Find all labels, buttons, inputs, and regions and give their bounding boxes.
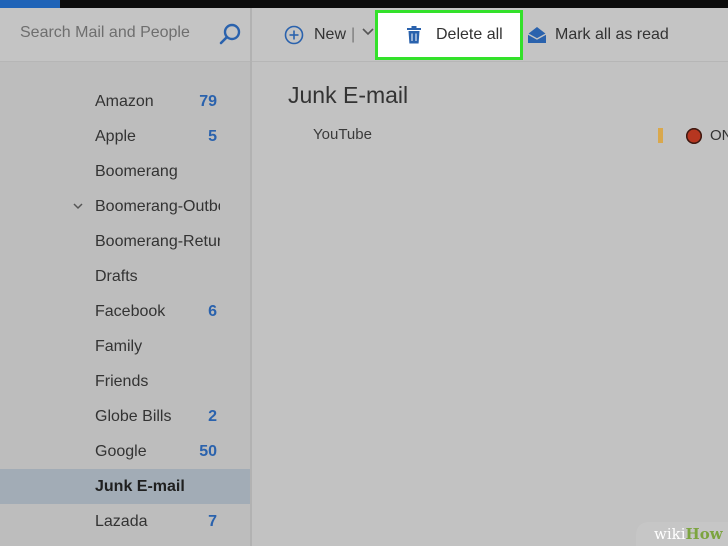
search-input[interactable]: Search Mail and People bbox=[20, 24, 190, 42]
envelope-open-icon bbox=[527, 26, 547, 44]
search-icon[interactable] bbox=[218, 22, 242, 46]
folder-item-friends[interactable]: Friends bbox=[0, 364, 250, 399]
folder-item-facebook[interactable]: Facebook 6 bbox=[0, 294, 250, 329]
unread-count: 79 bbox=[199, 93, 217, 110]
unread-count: 5 bbox=[208, 128, 217, 145]
unread-count: 2 bbox=[208, 408, 217, 425]
folder-item-lazada[interactable]: Lazada 7 bbox=[0, 504, 250, 539]
page-title: Junk E-mail bbox=[288, 82, 409, 108]
unread-count: 50 bbox=[199, 443, 217, 460]
unread-count: 7 bbox=[208, 513, 217, 530]
search-bar[interactable]: Search Mail and People bbox=[0, 8, 250, 62]
folder-item-google[interactable]: Google 50 bbox=[0, 434, 250, 469]
chevron-down-icon[interactable] bbox=[361, 25, 375, 44]
folder-item-globe-bills[interactable]: Globe Bills 2 bbox=[0, 399, 250, 434]
folder-label: Globe Bills bbox=[95, 408, 172, 425]
new-button[interactable]: New | bbox=[284, 8, 375, 61]
folder-label: Boomerang-Outbox bbox=[95, 198, 220, 215]
folder-item-junk-email[interactable]: Junk E-mail bbox=[0, 469, 250, 504]
watermark-text-wiki: wiki bbox=[654, 525, 686, 543]
category-label: ON bbox=[710, 127, 728, 144]
folder-label: Friends bbox=[95, 373, 149, 390]
delete-all-button[interactable]: Delete all bbox=[375, 10, 523, 60]
mark-all-read-button[interactable]: Mark all as read bbox=[527, 8, 669, 61]
folder-list: Amazon 79 Apple 5 Boomerang Boomerang-Ou… bbox=[0, 84, 250, 539]
app-launcher-accent[interactable] bbox=[0, 0, 60, 8]
watermark-text-how: How bbox=[685, 525, 723, 543]
folder-item-boomerang-outbox[interactable]: Boomerang-Outbox bbox=[0, 189, 250, 224]
list-item[interactable]: YouTube ON bbox=[252, 120, 728, 150]
folder-label: Apple bbox=[95, 128, 136, 145]
wikihow-watermark: wikiHow bbox=[636, 522, 728, 546]
folder-label: Family bbox=[95, 338, 143, 355]
new-separator: | bbox=[351, 25, 356, 43]
folder-item-apple[interactable]: Apple 5 bbox=[0, 119, 250, 154]
folder-label: Facebook bbox=[95, 303, 166, 320]
window-topbar bbox=[0, 0, 728, 8]
mark-all-read-label: Mark all as read bbox=[555, 25, 669, 43]
message-sender: YouTube bbox=[313, 126, 372, 143]
folder-item-drafts[interactable]: Drafts bbox=[0, 259, 250, 294]
folder-item-boomerang[interactable]: Boomerang bbox=[0, 154, 250, 189]
folder-item-family[interactable]: Family bbox=[0, 329, 250, 364]
new-button-label: New bbox=[314, 25, 347, 43]
trash-icon bbox=[406, 26, 422, 44]
flag-marker bbox=[658, 128, 663, 143]
folder-label: Drafts bbox=[95, 268, 138, 285]
folder-item-amazon[interactable]: Amazon 79 bbox=[0, 84, 250, 119]
category-dot bbox=[686, 128, 702, 144]
message-list-pane: Junk E-mail YouTube ON bbox=[252, 62, 728, 546]
folder-label: Boomerang-Returned bbox=[95, 233, 220, 250]
folder-label: Junk E-mail bbox=[95, 478, 185, 495]
delete-all-label: Delete all bbox=[436, 26, 503, 43]
folder-item-boomerang-returned[interactable]: Boomerang-Returned bbox=[0, 224, 250, 259]
folder-label: Boomerang bbox=[95, 163, 178, 180]
unread-count: 6 bbox=[208, 303, 217, 320]
plus-circle-icon bbox=[284, 25, 304, 45]
folder-label: Lazada bbox=[95, 513, 148, 530]
command-bar: New | Delete all Mark all as read bbox=[252, 8, 728, 62]
